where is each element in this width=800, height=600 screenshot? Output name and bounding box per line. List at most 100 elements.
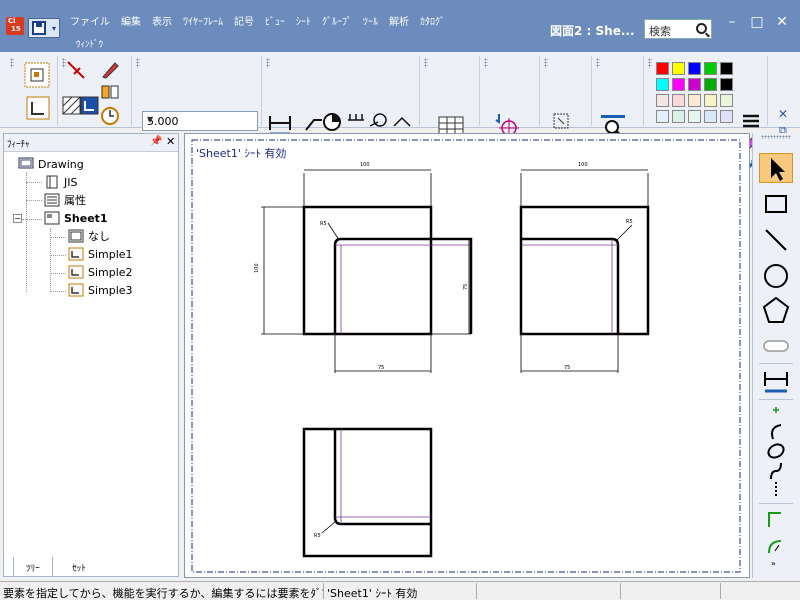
search-input[interactable]: 検索 [644, 19, 712, 39]
grip-handle[interactable] [484, 58, 488, 68]
tree-item-simple1[interactable]: Simple1 [68, 246, 133, 262]
grip-handle[interactable] [544, 58, 548, 68]
tree-item-simple3[interactable]: Simple3 [68, 282, 133, 298]
minimize-button[interactable]: – [724, 14, 740, 30]
color-swatch[interactable] [672, 78, 685, 91]
menu-symbol[interactable]: 記号 [234, 13, 254, 28]
select-tool-button[interactable] [759, 153, 793, 183]
mirror-icon[interactable] [100, 82, 120, 102]
grip-handle[interactable] [596, 58, 600, 68]
line-weight-icon[interactable] [742, 114, 760, 128]
color-swatch[interactable] [672, 62, 685, 75]
grip-handle[interactable] [10, 58, 14, 68]
menu-viewport[interactable]: ﾋﾞｭｰ [265, 13, 285, 28]
dimension-text: 100 [578, 162, 588, 168]
select-window-icon[interactable] [552, 112, 572, 132]
color-swatch[interactable] [704, 94, 717, 107]
grip-handle[interactable] [648, 58, 652, 68]
chamfer-dimension-icon[interactable] [368, 112, 388, 132]
tree-item-drawing[interactable]: Drawing [18, 156, 84, 172]
arc-tool-button[interactable] [759, 421, 793, 441]
grip-handle[interactable] [266, 58, 270, 68]
close-button[interactable]: ✕ [774, 14, 790, 30]
rectangle-tool-button[interactable] [759, 189, 793, 219]
ordinate-dimension-icon[interactable] [346, 112, 366, 132]
color-swatch[interactable] [656, 94, 669, 107]
color-swatch[interactable] [704, 78, 717, 91]
color-swatch[interactable] [688, 62, 701, 75]
save-button[interactable]: ▾ [28, 18, 60, 38]
hatch-icon[interactable] [62, 96, 82, 116]
drawing-svg[interactable]: 100 100 75 75 R5 100 75 R5 R5 [184, 133, 750, 578]
menu-analysis[interactable]: 解析 [389, 13, 409, 28]
pen-edit-icon[interactable] [100, 60, 120, 80]
tree-expander[interactable]: − [13, 214, 22, 223]
view-simple2[interactable]: 100 75 R5 [519, 162, 650, 373]
polygon-tool-button[interactable] [759, 295, 793, 325]
color-swatch[interactable] [704, 110, 717, 123]
tree-item-attributes[interactable]: 属性 [44, 192, 86, 208]
spline-tool-button[interactable] [759, 461, 793, 481]
color-swatch[interactable] [656, 62, 669, 75]
tab-set[interactable]: ｾｯﾄ [59, 557, 99, 577]
menu-window[interactable]: ｳｨﾝﾄﾞｳ [76, 40, 103, 50]
line-tool-button[interactable] [759, 225, 793, 255]
clock-icon[interactable] [100, 106, 120, 126]
slot-tool-button[interactable] [759, 331, 793, 361]
view-simple3[interactable]: R5 [302, 427, 433, 558]
menu-catalog[interactable]: ｶﾀﾛｸﾞ [420, 13, 445, 28]
sheet-frame-icon[interactable] [26, 96, 50, 120]
tab-tree[interactable]: ﾂﾘｰ [13, 557, 53, 577]
color-swatch[interactable] [720, 94, 733, 107]
menu-file[interactable]: ファイル [70, 13, 110, 28]
ellipse-tool-button[interactable] [759, 441, 793, 461]
app-logo-icon[interactable]: Ci 15 [6, 17, 24, 35]
tree-item-jis[interactable]: JIS [44, 174, 77, 190]
maximize-button[interactable]: □ [749, 14, 765, 30]
menu-group[interactable]: ｸﾞﾙｰﾌﾟ [322, 13, 352, 28]
construction-line-button[interactable] [759, 481, 793, 499]
color-swatch[interactable] [720, 78, 733, 91]
scale-input[interactable]: 5.000 ▼ [142, 111, 258, 131]
fillet-tool-button[interactable] [759, 533, 793, 557]
tree-item-sheet1[interactable]: Sheet1 [44, 210, 108, 226]
tree-item-simple2[interactable]: Simple2 [68, 264, 133, 280]
chevron-down-icon[interactable]: ▾ [52, 24, 56, 33]
menu-view[interactable]: 表示 [152, 13, 172, 28]
grip-handle[interactable] [424, 58, 428, 68]
grip-handle[interactable] [136, 58, 140, 68]
menu-tool[interactable]: ﾂｰﾙ [363, 13, 378, 28]
dimension-tool-button[interactable] [759, 367, 793, 397]
color-swatch[interactable] [672, 94, 685, 107]
fill-icon[interactable] [80, 96, 100, 116]
view-simple1[interactable]: 100 100 75 75 R5 [254, 162, 473, 373]
panel-close-icon[interactable]: ✕ [778, 107, 788, 121]
chevron-down-icon[interactable]: » [771, 559, 776, 568]
radius-dimension-icon[interactable] [322, 112, 342, 132]
search-icon[interactable] [696, 23, 707, 34]
leader-icon[interactable] [392, 112, 412, 132]
color-swatch[interactable] [656, 78, 669, 91]
color-swatch[interactable] [720, 62, 733, 75]
corner-tool-button[interactable] [759, 507, 793, 531]
tree-item-none[interactable]: なし [68, 228, 110, 244]
trim-icon[interactable] [66, 60, 86, 80]
color-swatch[interactable] [720, 110, 733, 123]
menu-wireframe[interactable]: ﾜｲﾔｰﾌﾚｰﾑ [183, 13, 223, 28]
color-swatch[interactable] [688, 110, 701, 123]
angle-dimension-icon[interactable] [304, 114, 324, 134]
layout-icon[interactable] [24, 62, 50, 88]
color-swatch[interactable] [672, 110, 685, 123]
grip-handle[interactable] [761, 135, 791, 139]
color-swatch[interactable] [656, 110, 669, 123]
circle-tool-button[interactable] [759, 261, 793, 291]
close-icon[interactable]: ✕ [166, 135, 175, 148]
menu-sheet[interactable]: ｼｰﾄ [296, 13, 311, 28]
pin-icon[interactable]: 📌 [150, 136, 162, 147]
menu-edit[interactable]: 編集 [121, 13, 141, 28]
color-swatch[interactable] [688, 78, 701, 91]
color-swatch[interactable] [688, 94, 701, 107]
point-tool-button[interactable] [759, 401, 793, 419]
color-swatch[interactable] [704, 62, 717, 75]
chevron-down-icon[interactable]: ▼ [147, 115, 254, 124]
